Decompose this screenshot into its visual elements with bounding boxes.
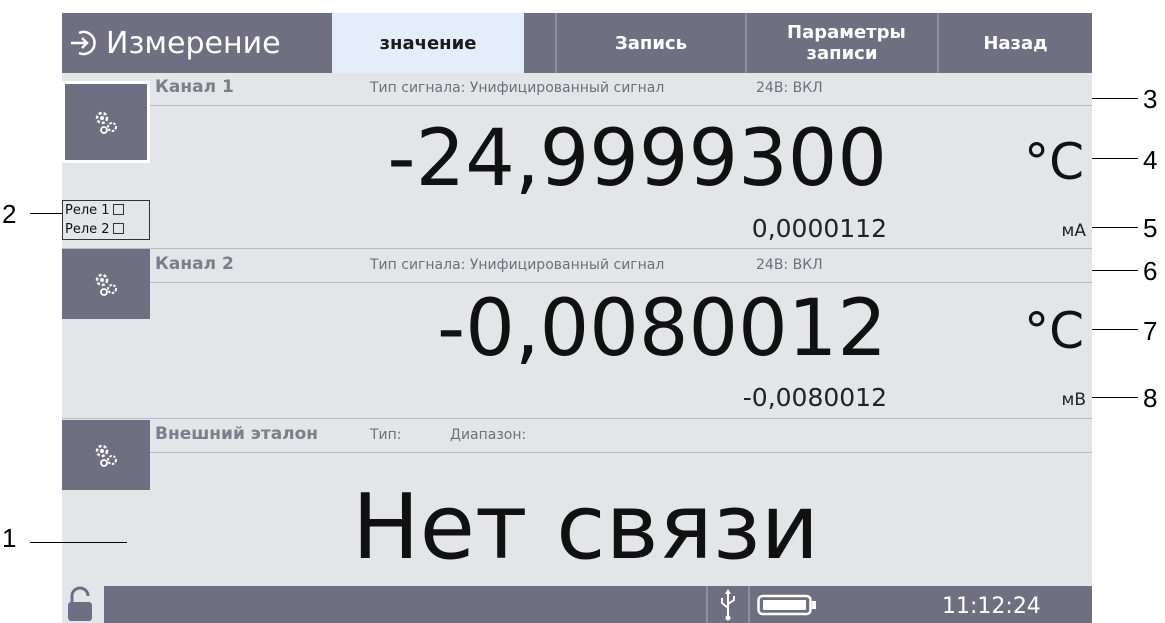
callout-2: 2 [2, 199, 17, 229]
channel2-settings-button[interactable] [62, 249, 150, 319]
callout-5-line [1092, 227, 1138, 228]
gear-icon [95, 444, 117, 467]
relay-status: Реле 1 Реле 2 [62, 200, 150, 240]
lock-button[interactable] [62, 586, 104, 623]
battery-icon [757, 594, 816, 616]
external-settings-button[interactable] [62, 420, 150, 490]
usb-indicator [706, 586, 750, 623]
callout-1: 1 [2, 523, 17, 553]
external-header: Внешний эталон Тип: Диапазон: [150, 420, 1092, 453]
divider [62, 418, 1092, 419]
callout-6-line [1092, 270, 1138, 271]
external-type-label: Тип: [370, 427, 402, 443]
callout-4-line [1092, 158, 1138, 159]
tab-record[interactable]: Запись [555, 13, 745, 73]
top-bar: Измерение значение Запись Параметры запи… [62, 13, 1092, 73]
callout-8-line [1092, 397, 1138, 398]
channel1-signal-type: Тип сигнала: Унифицированный сигнал [370, 80, 665, 96]
relay2: Реле 2 [65, 220, 149, 239]
callout-5: 5 [1143, 213, 1158, 243]
channel2-supply: 24В: ВКЛ [756, 257, 823, 273]
channel1-unit: °C [1024, 133, 1084, 191]
status-bar: 11:12:24 [62, 586, 1092, 623]
divider [62, 248, 1092, 249]
tab-back[interactable]: Назад [937, 13, 1092, 73]
channel2-header: Канал 2 Тип сигнала: Унифицированный сиг… [150, 250, 1092, 283]
callout-6: 6 [1143, 256, 1158, 286]
channel1-raw-value: 0,0000112 [751, 214, 887, 243]
channel1-name: Канал 1 [155, 77, 234, 97]
gear-icon [95, 273, 117, 296]
gear-icon [95, 111, 117, 134]
channel1-value: -24,9999300 [387, 114, 887, 204]
unlock-icon [68, 586, 92, 621]
callout-7: 7 [1143, 316, 1158, 346]
channel1-supply: 24В: ВКЛ [756, 80, 823, 96]
login-icon [71, 30, 96, 56]
device-screen: Измерение значение Запись Параметры запи… [62, 13, 1092, 623]
relay2-indicator [112, 223, 124, 234]
callout-2-line [30, 213, 62, 214]
channel1-settings-button[interactable] [62, 81, 150, 163]
relay1: Реле 1 [65, 201, 149, 220]
callout-8: 8 [1143, 383, 1158, 413]
relay1-indicator [112, 204, 124, 215]
channel2-unit: °C [1024, 302, 1084, 360]
callout-4: 4 [1143, 145, 1158, 175]
callout-7-line [1092, 329, 1138, 330]
callout-1-line [30, 542, 127, 543]
channel2-value: -0,0080012 [437, 284, 887, 374]
channel2-raw-value: -0,0080012 [742, 383, 887, 412]
channel2-signal-type: Тип сигнала: Унифицированный сигнал [370, 257, 665, 273]
callout-3-line [1092, 98, 1138, 99]
clock: 11:12:24 [942, 594, 1041, 619]
channel2-raw-unit: мВ [1061, 390, 1087, 410]
tab-value[interactable]: значение [332, 13, 524, 73]
external-range-label: Диапазон: [450, 427, 527, 443]
external-status: Нет связи [352, 475, 820, 580]
usb-icon [721, 589, 735, 621]
channel1-raw-unit: мА [1061, 221, 1086, 241]
channel2-name: Канал 2 [155, 254, 234, 274]
external-name: Внешний эталон [155, 424, 319, 444]
app-title: Измерение [68, 21, 281, 65]
channel1-header: Канал 1 Тип сигнала: Унифицированный сиг… [150, 73, 1092, 106]
callout-3: 3 [1143, 84, 1158, 114]
app-title-text: Измерение [106, 25, 281, 61]
tab-record-params[interactable]: Параметры записи [745, 13, 937, 73]
